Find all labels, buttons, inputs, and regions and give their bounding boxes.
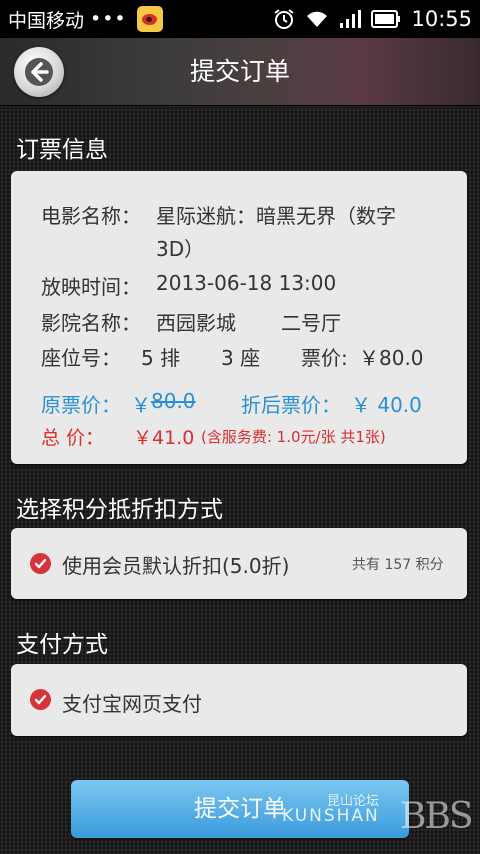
points-balance: 共有 157 积分 xyxy=(352,557,444,573)
check-icon xyxy=(30,553,51,574)
watermark-bbs: BBS xyxy=(400,796,474,837)
payment-heading: 支付方式 xyxy=(16,632,108,658)
wifi-icon xyxy=(307,11,328,27)
alarm-icon xyxy=(274,9,295,29)
payment-option-label: 支付宝网页支付 xyxy=(62,692,202,716)
battery-icon xyxy=(371,10,401,28)
back-button[interactable] xyxy=(14,47,64,97)
total-note: (含服务费: 1.0元/张 共1张) xyxy=(201,428,386,446)
showtime-label: 放映时间： xyxy=(41,275,141,299)
movie-label: 电影名称： xyxy=(41,204,141,228)
more-notifications-dots: ••• xyxy=(90,8,127,30)
discount-price-label: 折后票价： xyxy=(241,393,341,417)
original-price-currency: ￥ xyxy=(131,393,151,417)
check-icon xyxy=(30,689,51,710)
title-bar: 提交订单 xyxy=(0,38,480,106)
price-value: ￥80.0 xyxy=(359,346,424,370)
original-price-value: 80.0 xyxy=(151,389,196,413)
total-value: ￥41.0 xyxy=(133,427,195,449)
cinema-label: 影院名称： xyxy=(41,311,141,335)
points-option-card[interactable]: 使用会员默认折扣(5.0折) 共有 157 积分 xyxy=(11,528,467,599)
seat-row: 5 排 xyxy=(141,346,181,370)
total-label: 总 价： xyxy=(41,427,105,449)
discount-price-value: ￥ 40.0 xyxy=(351,393,422,417)
movie-name-line1: 星际迷航：暗黑无界（数字 xyxy=(156,204,396,228)
ticket-info-card: 电影名称： 星际迷航：暗黑无界（数字 3D） 放映时间： 2013-06-18 … xyxy=(11,171,467,464)
weibo-icon xyxy=(136,6,163,32)
movie-name-line2: 3D） xyxy=(156,237,205,261)
cinema-name: 西园影城 xyxy=(156,311,236,335)
watermark-kunshan: KUNSHAN xyxy=(282,806,380,826)
page-title: 提交订单 xyxy=(189,57,290,86)
back-arrow-icon xyxy=(25,58,53,86)
points-option-label: 使用会员默认折扣(5.0折) xyxy=(62,554,290,578)
showtime-value: 2013-06-18 13:00 xyxy=(156,271,337,295)
ticket-info-heading: 订票信息 xyxy=(16,137,108,163)
status-icons: 10:55 xyxy=(273,7,472,31)
price-label: 票价: xyxy=(301,346,348,370)
carrier-label: 中国移动 xyxy=(8,9,85,32)
seat-col: 3 座 xyxy=(221,346,261,370)
original-price-label: 原票价： xyxy=(41,393,121,417)
payment-option-card[interactable]: 支付宝网页支付 xyxy=(11,664,467,736)
clock: 10:55 xyxy=(411,7,472,31)
seat-label: 座位号： xyxy=(41,346,121,370)
hall-name: 二号厅 xyxy=(281,311,341,335)
signal-icon xyxy=(340,10,362,28)
points-heading: 选择积分抵折扣方式 xyxy=(16,497,223,523)
status-bar: 中国移动 ••• 10:55 xyxy=(0,0,480,38)
